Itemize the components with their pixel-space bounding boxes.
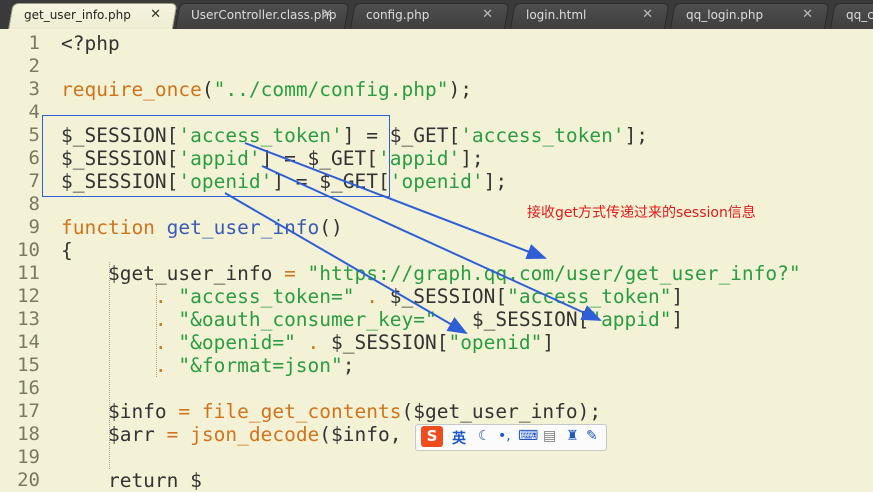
tools-icon[interactable]: ✎ xyxy=(586,428,598,444)
keyboard-icon[interactable]: ⌨ xyxy=(518,428,538,444)
skin-icon[interactable]: ♜ xyxy=(566,428,579,444)
soft-keyboard-icon[interactable]: ▤ xyxy=(543,428,556,444)
arrow-access-token xyxy=(244,142,547,260)
moon-icon[interactable]: ☾ xyxy=(478,428,491,444)
ime-logo-icon[interactable]: S xyxy=(421,426,443,447)
punctuation-icon[interactable]: •, xyxy=(498,428,511,444)
annotation-arrows xyxy=(224,142,602,335)
ime-language-label[interactable]: 英 xyxy=(452,428,466,448)
ime-toolbar[interactable]: S 英 ☾ •, ⌨ ▤ ♜ ✎ xyxy=(415,424,607,451)
